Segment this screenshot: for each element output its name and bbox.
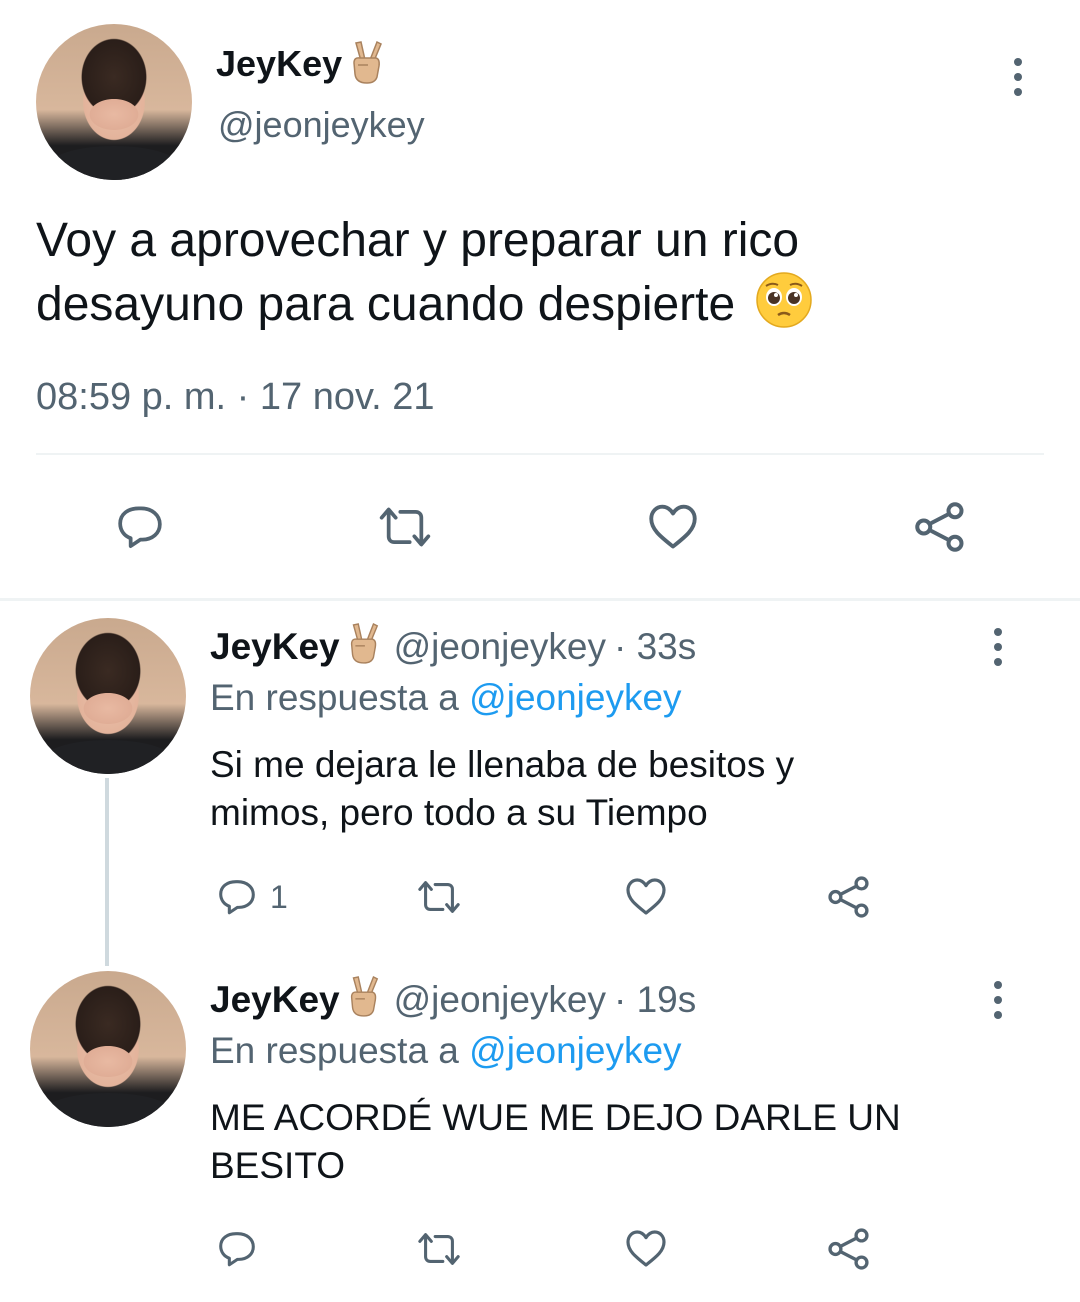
victory-hand-emoji [344, 621, 382, 674]
avatar[interactable] [30, 618, 186, 774]
reply-text: Si me dejara le llenaba de besitos y mim… [210, 744, 795, 833]
reply-context: En respuesta a @jeonjeykey [210, 677, 682, 718]
reply-time[interactable]: · 33s [614, 626, 696, 668]
author-name[interactable]: JeyKey [210, 626, 340, 668]
more-options-icon[interactable] [994, 981, 1002, 1026]
like-icon[interactable] [621, 872, 671, 920]
reply-to-link[interactable]: @jeonjeykey [469, 677, 681, 718]
reply-count: 1 [270, 878, 288, 915]
author-handle[interactable]: @jeonjeykey [394, 626, 606, 668]
reply-icon[interactable]: 1 [214, 874, 288, 920]
reply-time[interactable]: · 19s [614, 979, 696, 1021]
author-handle[interactable]: @jeonjeykey [218, 104, 425, 146]
victory-hand-emoji [344, 974, 382, 1027]
reply-text: ME ACORDÉ WUE ME DEJO DARLE UN BESITO [210, 1097, 901, 1186]
reply-to-link[interactable]: @jeonjeykey [469, 1030, 681, 1071]
share-icon[interactable] [824, 1224, 874, 1274]
reply-icon[interactable] [112, 499, 168, 555]
share-icon[interactable] [824, 872, 874, 922]
reply-header: JeyKey @jeonjeykey · 19s [210, 975, 696, 1023]
reply-context: En respuesta a @jeonjeykey [210, 1030, 682, 1071]
more-options-icon[interactable] [1014, 58, 1022, 103]
like-icon[interactable] [643, 497, 703, 555]
avatar[interactable] [30, 971, 186, 1127]
author-name[interactable]: JeyKey [216, 43, 342, 85]
share-icon[interactable] [910, 497, 970, 557]
tweet-text: Voy a aprovechar y preparar un rico desa… [36, 210, 813, 344]
victory-hand-emoji [346, 39, 386, 90]
pleading-face-emoji [755, 271, 813, 344]
author-name-row: JeyKey [216, 40, 386, 88]
author-name[interactable]: JeyKey [210, 979, 340, 1021]
reply-icon[interactable] [214, 1226, 260, 1272]
retweet-icon[interactable] [370, 499, 440, 555]
retweet-icon[interactable] [410, 874, 468, 920]
retweet-icon[interactable] [410, 1226, 468, 1272]
like-icon[interactable] [621, 1224, 671, 1272]
more-options-icon[interactable] [994, 628, 1002, 673]
reply-header: JeyKey @jeonjeykey · 33s [210, 622, 696, 670]
author-handle[interactable]: @jeonjeykey [394, 979, 606, 1021]
tweet-timestamp[interactable]: 08:59 p. m. · 17 nov. 21 [36, 376, 435, 419]
divider [36, 453, 1044, 455]
avatar[interactable] [36, 24, 192, 180]
thread-line [105, 778, 109, 966]
section-divider [0, 598, 1080, 601]
